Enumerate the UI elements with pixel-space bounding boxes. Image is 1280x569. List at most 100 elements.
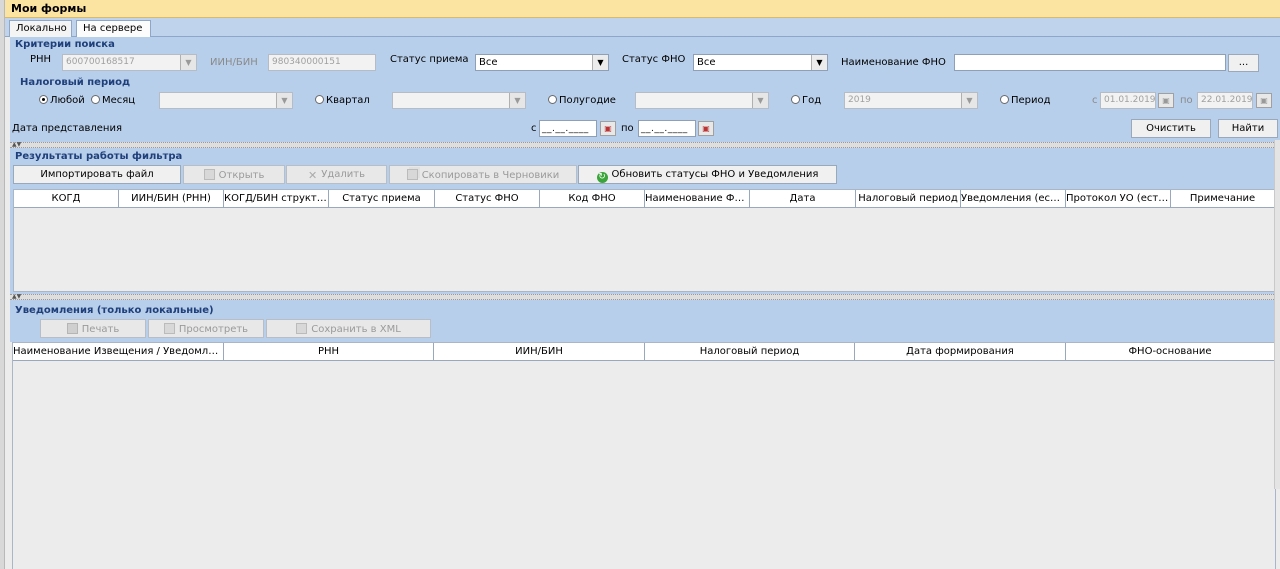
results-section-title: Результаты работы фильтра [15, 151, 183, 162]
copy-to-drafts-button[interactable]: Скопировать в Черновики [389, 165, 577, 184]
status-priema-value: Все [479, 57, 498, 68]
chevron-down-icon[interactable]: ▼ [592, 55, 608, 70]
halfyear-select[interactable]: ▼ [635, 92, 769, 109]
radio-icon[interactable] [791, 95, 800, 104]
col-nalog-period[interactable]: Налоговый период [856, 190, 961, 208]
radio-icon[interactable] [91, 95, 100, 104]
results-grid[interactable]: КОГД ИИН/БИН (РНН) КОГД/БИН структур... … [13, 189, 1276, 292]
vertical-scrollbar[interactable] [1274, 140, 1280, 489]
radio-icon[interactable] [1000, 95, 1009, 104]
tab-local[interactable]: Локально [9, 20, 72, 37]
year-select[interactable]: 2019 ▼ [844, 92, 978, 109]
col-status-fno[interactable]: Статус ФНО [435, 190, 540, 208]
notices-panel: Уведомления (только локальные) Печать Пр… [10, 300, 1280, 342]
col-notice-basis[interactable]: ФНО-основание [1066, 343, 1275, 361]
col-data[interactable]: Дата [750, 190, 856, 208]
chevron-down-icon[interactable]: ▼ [811, 55, 827, 70]
period-year-option[interactable]: Год [791, 95, 821, 106]
refresh-statuses-button[interactable]: ↻ Обновить статусы ФНО и Уведомления [578, 165, 837, 184]
period-range-option[interactable]: Период [1000, 95, 1051, 106]
naimenovanie-label: Наименование ФНО [841, 57, 946, 68]
col-protokol-uo[interactable]: Протокол УО (есть/... [1066, 190, 1171, 208]
rnn-field[interactable]: 600700168517 ▼ [62, 54, 197, 71]
rnn-label: РНН [30, 54, 52, 65]
radio-icon[interactable] [315, 95, 324, 104]
browse-button[interactable]: ... [1228, 54, 1259, 72]
save-icon [296, 323, 308, 334]
col-notice-date[interactable]: Дата формирования [855, 343, 1066, 361]
status-fno-value: Все [697, 57, 716, 68]
save-xml-label: Сохранить в XML [311, 324, 401, 335]
chevron-down-icon[interactable]: ▼ [961, 93, 977, 108]
period-halfyear-option[interactable]: Полугодие [548, 95, 616, 106]
radio-icon[interactable] [548, 95, 557, 104]
period-quarter-option[interactable]: Квартал [315, 95, 370, 106]
document-icon [203, 169, 215, 180]
col-primechanie[interactable]: Примечание [1171, 190, 1275, 208]
period-to-field[interactable]: 22.01.2019 [1197, 92, 1253, 109]
save-xml-button[interactable]: Сохранить в XML [266, 319, 431, 338]
period-range-label: Период [1011, 95, 1051, 106]
status-fno-label: Статус ФНО [622, 54, 686, 65]
find-button[interactable]: Найти [1218, 119, 1278, 138]
col-notice-period[interactable]: Налоговый период [645, 343, 855, 361]
col-status-priema[interactable]: Статус приема [329, 190, 435, 208]
status-priema-select[interactable]: Все ▼ [475, 54, 609, 71]
period-quarter-label: Квартал [326, 95, 370, 106]
view-icon [163, 323, 175, 334]
year-value: 2019 [848, 95, 871, 105]
rnn-value: 600700168517 [66, 57, 135, 67]
period-to-label: по [1180, 95, 1193, 106]
month-select[interactable]: ▼ [159, 92, 293, 109]
col-notice-rnn[interactable]: РНН [224, 343, 434, 361]
status-fno-select[interactable]: Все ▼ [693, 54, 828, 71]
calendar-icon[interactable]: ▣ [1256, 93, 1272, 108]
date-pred-from-field[interactable]: __.__.____ [539, 120, 597, 137]
iin-value: 980340000151 [272, 57, 341, 67]
col-iin-rnn[interactable]: ИИН/БИН (РНН) [119, 190, 224, 208]
col-uvedomleniya[interactable]: Уведомления (есть... [961, 190, 1066, 208]
quarter-select[interactable]: ▼ [392, 92, 526, 109]
notices-grid[interactable]: Наименование Извещения / Уведомлени... Р… [12, 342, 1276, 569]
open-button[interactable]: Открыть [183, 165, 285, 184]
calendar-icon[interactable]: ▣ [1158, 93, 1174, 108]
chevron-down-icon[interactable]: ▼ [509, 93, 525, 108]
chevron-down-icon[interactable]: ▼ [752, 93, 768, 108]
search-panel: Критерии поиска РНН 600700168517 ▼ ИИН/Б… [10, 37, 1280, 142]
open-label: Открыть [218, 170, 265, 181]
clear-button[interactable]: Очистить [1131, 119, 1211, 138]
status-priema-label: Статус приема [390, 54, 469, 65]
refresh-icon: ↻ [596, 172, 608, 183]
naimenovanie-field[interactable] [954, 54, 1226, 71]
iin-field[interactable]: 980340000151 [268, 54, 376, 71]
chevron-down-icon[interactable]: ▼ [276, 93, 292, 108]
col-kogd-bin[interactable]: КОГД/БИН структур... [224, 190, 329, 208]
col-notice-name[interactable]: Наименование Извещения / Уведомлени... [13, 343, 224, 361]
date-pred-from-label: с [531, 123, 537, 134]
window-title: Мои формы [5, 0, 1280, 18]
view-label: Просмотреть [178, 324, 249, 335]
period-any-option[interactable]: Любой [39, 95, 85, 106]
col-notice-iin[interactable]: ИИН/БИН [434, 343, 645, 361]
copy-label: Скопировать в Черновики [421, 170, 560, 181]
copy-icon [406, 169, 418, 180]
date-pred-to-field[interactable]: __.__.____ [638, 120, 696, 137]
delete-button[interactable]: ✕ Удалить [286, 165, 387, 184]
period-from-field[interactable]: 01.01.2019 [1100, 92, 1156, 109]
calendar-icon[interactable]: ▣ [600, 121, 616, 136]
period-from-label: с [1092, 95, 1098, 106]
chevron-down-icon[interactable]: ▼ [180, 55, 196, 70]
radio-checked-icon[interactable] [39, 95, 48, 104]
print-button[interactable]: Печать [40, 319, 146, 338]
period-any-label: Любой [50, 95, 85, 106]
window-left-edge [0, 0, 5, 569]
view-button[interactable]: Просмотреть [148, 319, 264, 338]
tab-server[interactable]: На сервере [76, 20, 151, 37]
col-naimenovanie-fno[interactable]: Наименование ФНО [645, 190, 750, 208]
print-label: Печать [81, 324, 120, 335]
col-kod-fno[interactable]: Код ФНО [540, 190, 645, 208]
import-file-button[interactable]: Импортировать файл [13, 165, 181, 184]
calendar-icon[interactable]: ▣ [698, 121, 714, 136]
col-kogd[interactable]: КОГД [14, 190, 119, 208]
period-month-option[interactable]: Месяц [91, 95, 135, 106]
